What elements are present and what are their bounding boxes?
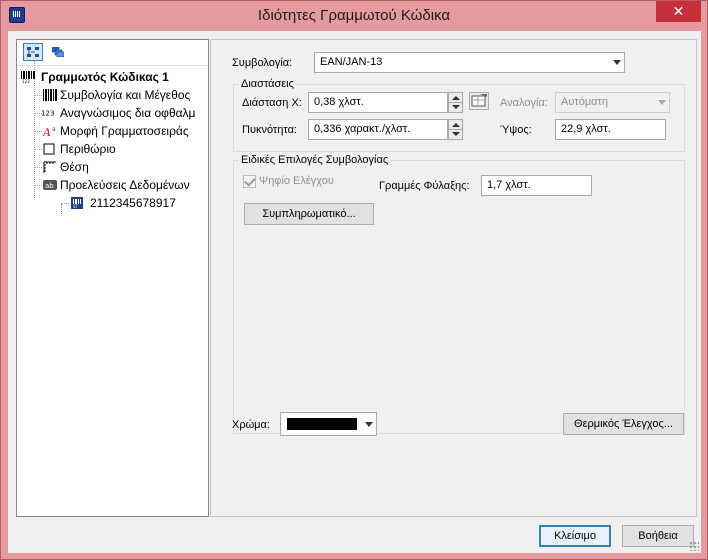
x-dimension-input[interactable]: 0,38 χλστ.	[308, 92, 448, 113]
digits-123-icon: 123	[41, 109, 55, 118]
dialog-window: Ιδιότητες Γραμμωτού Κώδικα ✕ 123 Γραμμωτ…	[0, 0, 708, 560]
thermal-check-button[interactable]: Θερμικός Έλεγχος...	[563, 413, 684, 435]
symbology-options-group-title: Ειδικές Επιλογές Συμβολογίας	[239, 154, 391, 166]
position-icon	[43, 161, 56, 173]
window-close-button[interactable]: ✕	[656, 1, 701, 22]
resize-grip[interactable]	[689, 541, 699, 551]
height-label: Ύψος:	[500, 124, 532, 136]
tree-connector	[34, 149, 42, 150]
svg-text:123: 123	[41, 109, 55, 118]
tree-item-label: Συμβολογία και Μέγεθος	[60, 88, 191, 102]
ratio-value: Αυτόματη	[561, 96, 608, 108]
title-bar[interactable]: Ιδιότητες Γραμμωτού Κώδικα ✕	[1, 1, 707, 31]
tree-item-label: 2112345678917	[90, 196, 176, 210]
tree-item-data-value[interactable]: ST 2112345678917	[17, 194, 208, 212]
spin-down-icon	[452, 132, 460, 136]
layers-icon	[52, 47, 65, 57]
ratio-label: Αναλογία:	[500, 97, 548, 109]
guard-bars-label: Γραμμές Φύλαξης:	[379, 180, 470, 192]
dialog-client-area: 123 Γραμμωτός Κώδικας 1 Συμβολογία και Μ…	[8, 31, 701, 553]
single-item-view-button[interactable]	[23, 43, 43, 61]
chevron-down-icon	[658, 100, 666, 105]
connect-nodes-icon	[27, 47, 39, 57]
color-label: Χρώμα:	[232, 419, 270, 431]
guard-bars-input[interactable]: 1,7 χλστ.	[481, 175, 592, 196]
property-page: Συμβολογία: EAN/JAN-13 Διαστάσεις Διάστα…	[210, 39, 697, 517]
tree-item-label: Γραμμωτός Κώδικας 1	[41, 70, 169, 84]
help-button[interactable]: Βοήθεια	[622, 525, 694, 547]
check-digit-checkbox[interactable]	[243, 175, 256, 188]
symbology-select[interactable]: EAN/JAN-13	[314, 52, 625, 73]
chevron-down-icon	[613, 60, 621, 65]
edit-dimension-button[interactable]	[469, 92, 489, 110]
svg-text:123: 123	[22, 79, 30, 83]
density-label: Πυκνότητα:	[242, 124, 297, 136]
ratio-select[interactable]: Αυτόματη	[555, 92, 670, 113]
tree-item-label: Αναγνώσιμος δια οφθαλμ	[60, 106, 196, 120]
symbology-options-group	[233, 160, 685, 434]
x-dimension-label: Διάσταση Χ:	[242, 97, 302, 109]
density-input[interactable]: 0,336 χαρακτ./χλστ.	[308, 119, 448, 140]
tree-item-margin[interactable]: Περιθώριο	[17, 140, 208, 158]
svg-text:a: a	[52, 126, 56, 133]
tree-item-label: Μορφή Γραμματοσειράς	[60, 124, 189, 138]
tree-connector	[61, 203, 69, 204]
check-digit-label: Ψηφίο Ελέγχου	[259, 175, 334, 187]
font-icon: A a	[43, 126, 56, 137]
svg-text:A: A	[43, 126, 51, 137]
tree-connector	[34, 95, 42, 96]
symbology-label: Συμβολογία:	[232, 57, 293, 69]
tree-item-human-readable[interactable]: 123 Αναγνώσιμος δια οφθαλμ	[17, 104, 208, 122]
supplementary-button[interactable]: Συμπληρωματικό...	[244, 203, 374, 225]
x-dimension-spinner[interactable]	[448, 92, 463, 113]
spin-divider	[449, 129, 462, 130]
tree-item-barcode-1[interactable]: 123 Γραμμωτός Κώδικας 1	[17, 68, 208, 86]
properties-tree-pane: 123 Γραμμωτός Κώδικας 1 Συμβολογία και Μ…	[16, 39, 209, 517]
svg-text:ST: ST	[73, 204, 79, 209]
close-button[interactable]: Κλείσιμο	[539, 525, 611, 547]
tree-item-label: Θέση	[60, 160, 89, 174]
edit-table-icon	[471, 94, 487, 107]
tree-toolbar	[17, 40, 208, 66]
barcode-icon: 123	[21, 71, 35, 83]
multi-item-view-button[interactable]	[48, 43, 68, 61]
data-item-icon: ST	[71, 197, 83, 209]
border-icon	[43, 143, 55, 155]
color-swatch	[287, 418, 357, 430]
properties-tree: 123 Γραμμωτός Κώδικας 1 Συμβολογία και Μ…	[17, 60, 208, 216]
tree-connector	[34, 131, 42, 132]
density-spinner[interactable]	[448, 119, 463, 140]
dimensions-group-title: Διαστάσεις	[239, 78, 296, 90]
spin-divider	[449, 102, 462, 103]
tree-connector	[34, 185, 42, 186]
spin-down-icon	[452, 105, 460, 109]
barcode-bars-icon	[43, 89, 57, 101]
symbology-value: EAN/JAN-13	[320, 56, 383, 68]
tree-item-data-sources[interactable]: ab Προελεύσεις Δεδομένων	[17, 176, 208, 194]
data-source-icon: ab	[43, 180, 57, 190]
tree-item-position[interactable]: Θέση	[17, 158, 208, 176]
tree-item-font-format[interactable]: A a Μορφή Γραμματοσειράς	[17, 122, 208, 140]
chevron-down-icon	[365, 422, 373, 427]
spin-up-icon	[452, 96, 460, 100]
tree-item-label: Περιθώριο	[60, 142, 116, 156]
spin-up-icon	[452, 123, 460, 127]
window-title: Ιδιότητες Γραμμωτού Κώδικα	[257, 7, 451, 24]
height-input[interactable]: 22,9 χλστ.	[555, 119, 666, 140]
svg-text:ab: ab	[45, 182, 54, 190]
tree-item-symbology-size[interactable]: Συμβολογία και Μέγεθος	[17, 86, 208, 104]
color-picker[interactable]	[280, 412, 377, 436]
tree-connector	[34, 167, 42, 168]
tree-item-label: Προελεύσεις Δεδομένων	[60, 178, 190, 192]
